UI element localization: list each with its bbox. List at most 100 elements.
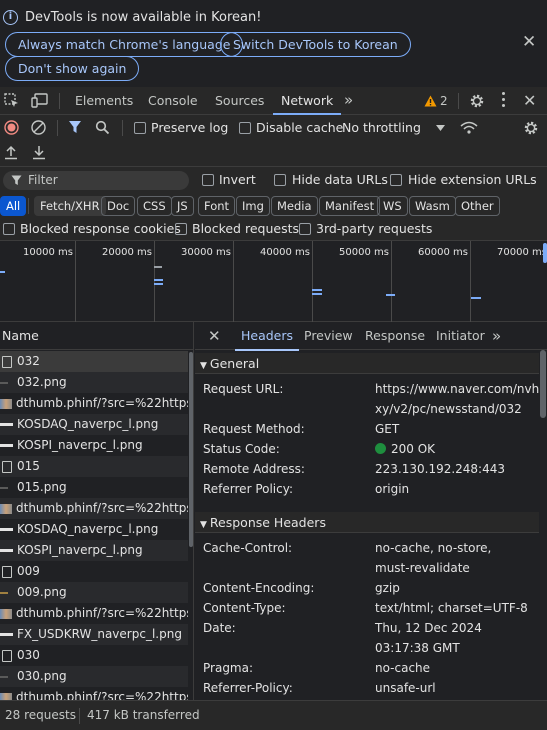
image-icon [0, 398, 12, 409]
image-icon [0, 549, 13, 552]
tab-console[interactable]: Console [140, 87, 206, 114]
tab-network[interactable]: Network [273, 87, 342, 115]
request-detail-panel: ✕ Headers Preview Response Initiator » ▼… [195, 322, 547, 730]
request-name: 030.png [17, 669, 67, 683]
clear-icon[interactable] [31, 120, 46, 135]
third-party-checkbox[interactable] [299, 223, 311, 235]
blocked-requests-checkbox[interactable] [175, 223, 187, 235]
always-match-language-button[interactable]: Always match Chrome's language [5, 32, 244, 57]
tab-sources[interactable]: Sources [207, 87, 272, 114]
request-row[interactable]: dthumb.phinf/?src=%22https... [0, 393, 188, 414]
type-filter-js[interactable]: JS [171, 196, 194, 216]
request-row[interactable]: FX_USDKRW_naverpc_l.png [0, 624, 188, 645]
type-filter-css[interactable]: CSS [137, 196, 172, 216]
request-row[interactable]: 032.png [0, 372, 188, 393]
type-filter-doc[interactable]: Doc [101, 196, 136, 216]
image-icon [0, 486, 8, 489]
request-row[interactable]: KOSPI_naverpc_l.png [0, 435, 188, 456]
network-overview-timeline[interactable]: 10000 ms 20000 ms 30000 ms 40000 ms 5000… [0, 241, 547, 322]
request-row[interactable]: dthumb.phinf/?src=%22https... [0, 687, 188, 700]
kebab-menu-icon[interactable] [502, 92, 506, 109]
request-row[interactable]: 015.png [0, 477, 188, 498]
close-detail-icon[interactable]: ✕ [208, 328, 221, 345]
network-toolbar-secondary [0, 141, 547, 167]
image-icon [0, 381, 8, 384]
chevron-down-icon[interactable] [436, 125, 445, 131]
header-key: Content-Encoding: [203, 581, 315, 595]
tab-response[interactable]: Response [365, 322, 425, 350]
type-filter-fetch-xhr[interactable]: Fetch/XHR [34, 196, 106, 216]
status-ok-icon [375, 443, 386, 454]
request-name: KOSPI_naverpc_l.png [17, 438, 143, 452]
filter-funnel-icon[interactable] [68, 120, 82, 135]
hide-extension-urls-checkbox[interactable] [390, 174, 402, 186]
warning-count[interactable]: 2 [440, 94, 448, 108]
type-filter-all[interactable]: All [0, 196, 27, 216]
detail-scrollbar[interactable] [540, 350, 546, 418]
filter-input[interactable]: Filter [3, 171, 189, 190]
request-row[interactable]: KOSDAQ_naverpc_l.png [0, 519, 188, 540]
throttling-select[interactable]: No throttling [342, 120, 421, 135]
tab-preview[interactable]: Preview [304, 322, 353, 350]
network-settings-gear-icon[interactable] [523, 120, 539, 136]
request-row[interactable]: 032 [0, 351, 188, 372]
header-value: origin [375, 482, 410, 496]
tab-initiator[interactable]: Initiator [436, 322, 485, 350]
header-value: GET [375, 422, 400, 436]
timeline-selection-handle[interactable] [543, 243, 547, 263]
type-filter-media[interactable]: Media [271, 196, 318, 216]
infobar-close-icon[interactable]: ✕ [522, 34, 536, 51]
preserve-log-checkbox[interactable] [134, 122, 146, 134]
request-row[interactable]: 009 [0, 561, 188, 582]
timeline-tick: 50000 ms [339, 247, 389, 258]
response-headers-section-header[interactable]: ▼ Response Headers [195, 512, 539, 533]
request-row[interactable]: KOSPI_naverpc_l.png [0, 540, 188, 561]
export-har-icon[interactable] [32, 145, 46, 160]
blocked-cookies-checkbox[interactable] [3, 223, 15, 235]
hide-data-urls-checkbox[interactable] [274, 174, 286, 186]
network-conditions-icon[interactable] [460, 121, 478, 135]
more-detail-tabs-icon[interactable]: » [492, 322, 501, 350]
device-toolbar-icon[interactable] [31, 93, 48, 108]
request-row[interactable]: 015 [0, 456, 188, 477]
more-tabs-icon[interactable]: » [336, 87, 361, 114]
header-key: Remote Address: [203, 462, 305, 476]
warning-icon[interactable] [424, 95, 437, 107]
type-filter-img[interactable]: Img [236, 196, 270, 216]
type-filter-font[interactable]: Font [198, 196, 236, 216]
toolbar-divider-2 [122, 120, 123, 136]
disable-cache-checkbox[interactable] [239, 122, 251, 134]
invert-checkbox[interactable] [202, 174, 214, 186]
tab-headers[interactable]: Headers [234, 322, 300, 351]
switch-to-korean-button[interactable]: Switch DevTools to Korean [220, 32, 411, 57]
request-name: KOSDAQ_naverpc_l.png [17, 417, 159, 431]
document-icon [2, 565, 12, 578]
tab-elements[interactable]: Elements [67, 87, 141, 114]
search-icon[interactable] [95, 120, 110, 135]
record-icon[interactable] [4, 120, 19, 135]
request-list-scrollbar[interactable] [189, 352, 193, 547]
type-filter-other[interactable]: Other [455, 196, 500, 216]
request-row[interactable]: 009.png [0, 582, 188, 603]
type-filter-manifest[interactable]: Manifest [319, 196, 381, 216]
request-name: KOSDAQ_naverpc_l.png [17, 522, 159, 536]
type-filter-wasm[interactable]: Wasm [409, 196, 456, 216]
settings-gear-icon[interactable] [469, 93, 485, 109]
request-row[interactable]: KOSDAQ_naverpc_l.png [0, 414, 188, 435]
close-devtools-icon[interactable]: ✕ [523, 92, 536, 109]
response-headers-title: Response Headers [209, 515, 326, 530]
type-filter-ws[interactable]: WS [377, 196, 408, 216]
timeline-tick: 10000 ms [23, 247, 73, 258]
dont-show-again-button[interactable]: Don't show again [5, 56, 140, 81]
inspect-element-icon[interactable] [4, 93, 19, 108]
name-column-header[interactable]: Name [0, 322, 194, 350]
timeline-gridline [75, 241, 76, 322]
header-key: Request Method: [203, 422, 305, 436]
import-har-icon[interactable] [4, 145, 18, 160]
request-row[interactable]: dthumb.phinf/?src=%22https... [0, 498, 188, 519]
general-section-header[interactable]: ▼ General [195, 353, 539, 374]
request-row[interactable]: dthumb.phinf/?src=%22https... [0, 603, 188, 624]
request-row[interactable]: 030.png [0, 666, 188, 687]
request-count: 28 requests [5, 708, 76, 722]
request-row[interactable]: 030 [0, 645, 188, 666]
